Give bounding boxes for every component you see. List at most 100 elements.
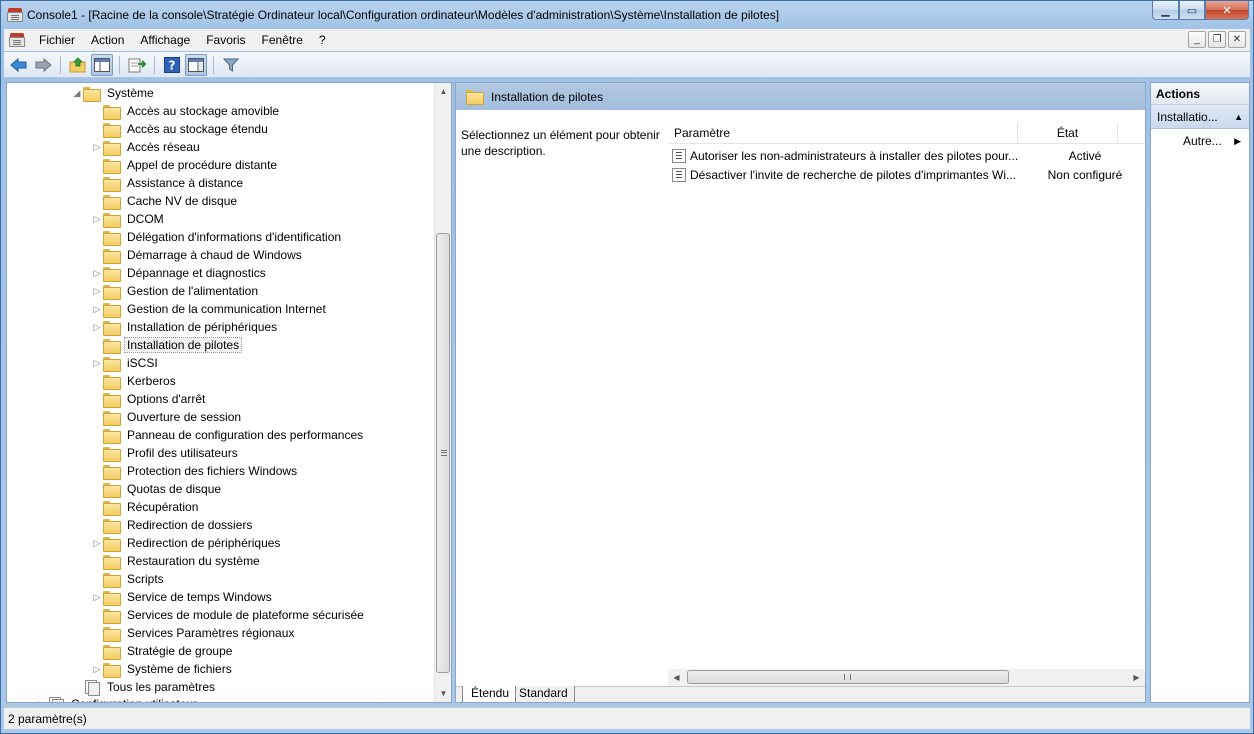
folder-icon — [103, 302, 121, 318]
maximize-button[interactable]: ▭ — [1179, 1, 1205, 20]
collapsed-triangle-icon[interactable]: ▷ — [35, 699, 47, 703]
tree-node[interactable]: Cache NV de disque — [91, 192, 240, 210]
close-button[interactable]: ✕ — [1205, 1, 1249, 20]
tree-node[interactable]: Ouverture de session — [91, 408, 244, 426]
collapsed-triangle-icon[interactable]: ▷ — [91, 304, 103, 315]
tree-node[interactable]: Kerberos — [91, 372, 179, 390]
tree-vertical-scrollbar[interactable]: ▲ ▼ — [434, 83, 451, 702]
results-scroll-thumb[interactable] — [687, 670, 1009, 684]
all-settings-icon — [83, 680, 100, 696]
tree-node[interactable]: Options d'arrêt — [91, 390, 208, 408]
tree-scroll-thumb[interactable] — [436, 233, 450, 673]
menu-help[interactable]: ? — [311, 30, 334, 50]
tree-node[interactable]: ▷ iSCSI — [91, 354, 161, 372]
tree-node[interactable]: ▷ Installation de périphériques — [91, 318, 280, 336]
tree-node[interactable]: Restauration du système — [91, 552, 263, 570]
tree-node[interactable]: ▷ Dépannage et diagnostics — [91, 264, 269, 282]
tree-node[interactable]: Panneau de configuration des performance… — [91, 426, 366, 444]
collapsed-triangle-icon[interactable]: ▷ — [91, 664, 103, 675]
tree-node[interactable]: Quotas de disque — [91, 480, 224, 498]
tree-node[interactable]: Accès au stockage amovible — [91, 102, 282, 120]
tree-node[interactable]: Démarrage à chaud de Windows — [91, 246, 305, 264]
caption-buttons: ▁ ▭ ✕ — [1152, 1, 1249, 20]
scroll-up-button[interactable]: ▲ — [435, 83, 451, 100]
expanded-triangle-icon[interactable]: ◢ — [71, 88, 83, 99]
tree-node[interactable]: Services Paramètres régionaux — [91, 624, 297, 642]
tree-node[interactable]: ▷ Service de temps Windows — [91, 588, 275, 606]
tree-node[interactable]: Profil des utilisateurs — [91, 444, 241, 462]
help-button[interactable]: ? — [161, 54, 183, 76]
folder-up-icon — [69, 56, 86, 72]
tree-node-label: Accès au stockage amovible — [127, 104, 280, 118]
tree-node-user-configuration[interactable]: ▷ Configuration utilisateur — [35, 695, 200, 703]
collapsed-triangle-icon[interactable]: ▷ — [91, 286, 103, 297]
collapsed-triangle-icon[interactable]: ▷ — [91, 538, 103, 549]
tree-node[interactable]: Installation de pilotes — [91, 336, 243, 354]
tree-node[interactable]: Services de module de plateforme sécuris… — [91, 606, 367, 624]
tree-node[interactable]: ▷ Système de fichiers — [91, 660, 235, 678]
tree-node[interactable]: ▷ Accès réseau — [91, 138, 203, 156]
menu-action[interactable]: Action — [83, 30, 132, 50]
actions-section-installation[interactable]: Installatio... ▲ — [1151, 105, 1249, 129]
tree-node[interactable]: Récupération — [91, 498, 201, 516]
column-header-setting[interactable]: Paramètre — [668, 122, 1018, 144]
minimize-button[interactable]: ▁ — [1152, 1, 1179, 20]
tree-node-label: Services de module de plateforme sécuris… — [127, 608, 364, 622]
filter-button[interactable] — [220, 54, 242, 76]
collapsed-triangle-icon[interactable]: ▷ — [91, 322, 103, 333]
folder-icon — [103, 140, 121, 156]
child-minimize-button[interactable]: _ — [1188, 31, 1206, 48]
folder-icon — [103, 518, 121, 534]
tree-node-all-settings[interactable]: Tous les paramètres — [83, 678, 218, 696]
collapsed-triangle-icon[interactable]: ▷ — [91, 142, 103, 153]
tree-node[interactable]: ▷ Gestion de la communication Internet — [91, 300, 329, 318]
tree-node[interactable]: ▷ DCOM — [91, 210, 167, 228]
menu-fenetre[interactable]: Fenêtre — [254, 30, 311, 50]
child-close-button[interactable]: ✕ — [1228, 31, 1246, 48]
actions-item-other[interactable]: Autre... ▶ — [1151, 129, 1249, 153]
console-menu-icon[interactable] — [9, 32, 25, 48]
collapsed-triangle-icon[interactable]: ▷ — [91, 268, 103, 279]
collapsed-triangle-icon[interactable]: ▷ — [91, 214, 103, 225]
results-horizontal-scrollbar[interactable]: ◀ ▶ — [668, 669, 1145, 686]
column-header-state[interactable]: État — [1018, 122, 1118, 144]
tree-node[interactable]: Appel de procédure distante — [91, 156, 280, 174]
tree-node[interactable]: Protection des fichiers Windows — [91, 462, 300, 480]
tree-node[interactable]: Accès au stockage étendu — [91, 120, 271, 138]
tree-node-label: Gestion de la communication Internet — [127, 302, 326, 316]
actions-header: Actions — [1151, 83, 1249, 105]
tree-node[interactable]: Stratégie de groupe — [91, 642, 235, 660]
collapse-up-icon[interactable]: ▲ — [1234, 105, 1243, 129]
tree-node[interactable]: Scripts — [91, 570, 167, 588]
scroll-down-button[interactable]: ▼ — [435, 685, 451, 702]
show-hide-console-tree-button[interactable] — [91, 53, 113, 76]
collapsed-triangle-icon[interactable]: ▷ — [91, 592, 103, 603]
tab-standard[interactable]: Standard — [510, 686, 575, 702]
title-bar[interactable]: Console1 - [Racine de la console\Stratég… — [1, 1, 1253, 28]
child-restore-button[interactable]: ❐ — [1208, 31, 1226, 48]
back-button[interactable] — [8, 54, 30, 76]
table-row[interactable]: Désactiver l'invite de recherche de pilo… — [668, 165, 1145, 184]
tree-node[interactable]: ▷ Redirection de périphériques — [91, 534, 283, 552]
forward-button[interactable] — [32, 54, 54, 76]
collapsed-triangle-icon[interactable]: ▷ — [91, 358, 103, 369]
tree-node[interactable]: ▷ Gestion de l'alimentation — [91, 282, 261, 300]
tree-node-label: Appel de procédure distante — [127, 158, 278, 172]
menu-favoris[interactable]: Favoris — [198, 30, 253, 50]
scroll-right-button[interactable]: ▶ — [1128, 669, 1145, 686]
folder-icon — [103, 536, 121, 552]
scroll-left-button[interactable]: ◀ — [668, 669, 685, 686]
show-hide-action-pane-button[interactable] — [185, 53, 207, 76]
tree-node[interactable]: Assistance à distance — [91, 174, 246, 192]
tree-node[interactable]: Délégation d'informations d'identificati… — [91, 228, 344, 246]
menu-fichier[interactable]: Fichier — [31, 30, 83, 50]
mmc-app-icon[interactable] — [7, 7, 23, 23]
tree-node[interactable]: Redirection de dossiers — [91, 516, 255, 534]
tree-node-systeme[interactable]: ◢ Système — [71, 84, 157, 102]
tab-etendu[interactable]: Étendu — [462, 686, 517, 702]
export-list-button[interactable] — [126, 54, 148, 76]
up-one-level-button[interactable] — [67, 54, 89, 76]
setting-state: Activé — [1068, 148, 1102, 163]
table-row[interactable]: Autoriser les non-administrateurs à inst… — [668, 146, 1145, 165]
menu-affichage[interactable]: Affichage — [132, 30, 198, 50]
